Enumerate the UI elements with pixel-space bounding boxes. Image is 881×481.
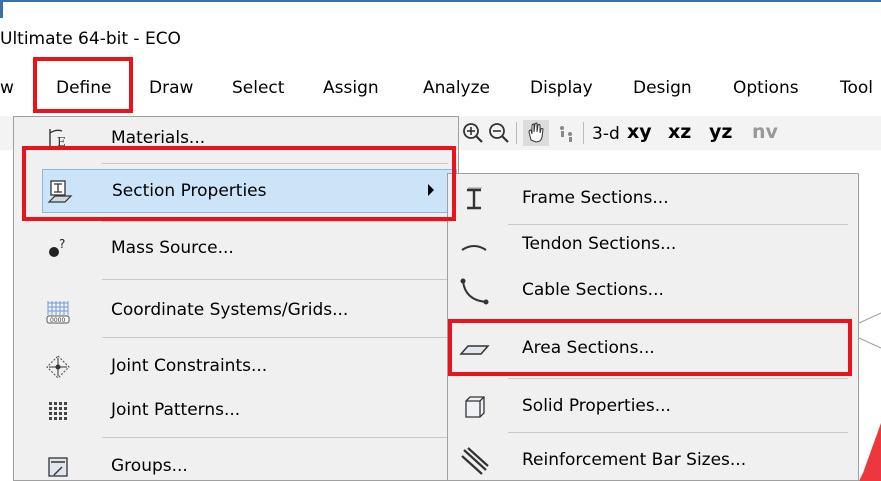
menu-item-label: Joint Constraints... (111, 356, 268, 376)
window-title: Ultimate 64-bit - ECO (0, 29, 181, 49)
menu-separator (102, 279, 448, 280)
zoom-in-icon[interactable] (462, 122, 484, 144)
menu-view[interactable]: w (0, 78, 14, 98)
pan-hand-icon[interactable] (523, 120, 549, 146)
groups-icon (44, 453, 72, 481)
menu-item-label: Materials... (111, 128, 206, 148)
frame-section-icon (458, 184, 490, 214)
svg-text:0000: 0000 (50, 317, 65, 324)
submenu-item-label: Reinforcement Bar Sizes... (522, 450, 747, 470)
model-canvas-edge (858, 173, 881, 481)
app-window: Ultimate 64-bit - ECO w Define Draw Sele… (0, 0, 881, 481)
submenu-item-label: Frame Sections... (522, 188, 669, 208)
menu-item-mass-source[interactable]: ? Mass Source... (14, 227, 458, 271)
highlight-area-sections (448, 319, 852, 376)
menu-analyze[interactable]: Analyze (423, 78, 490, 98)
menu-draw[interactable]: Draw (149, 78, 193, 98)
menu-separator (508, 378, 848, 379)
joint-patterns-icon (44, 397, 72, 425)
menu-separator (508, 432, 848, 433)
walk-icon[interactable] (555, 122, 577, 144)
menu-item-groups[interactable]: Groups... (14, 445, 458, 481)
solid-icon (458, 392, 490, 422)
menu-item-coordinate-systems[interactable]: 0000 Coordinate Systems/Grids... (14, 289, 458, 333)
menu-item-label: Coordinate Systems/Grids... (111, 300, 349, 320)
menu-item-joint-patterns[interactable]: Joint Patterns... (14, 389, 458, 433)
view-xy-button[interactable]: xy (627, 121, 652, 143)
zoom-out-icon[interactable] (488, 122, 510, 144)
menu-select[interactable]: Select (232, 78, 284, 98)
submenu-item-rebar-sizes[interactable]: Reinforcement Bar Sizes... (448, 436, 858, 481)
toolbar-separator (516, 122, 517, 144)
grid-icon: 0000 (44, 297, 72, 325)
submenu-item-solid-properties[interactable]: Solid Properties... (448, 382, 858, 432)
tendon-icon (458, 230, 490, 260)
view-nv-button[interactable]: nv (752, 121, 778, 143)
highlight-section-properties (22, 146, 456, 221)
submenu-item-cable-sections[interactable]: Cable Sections... (448, 266, 858, 316)
menu-item-joint-constraints[interactable]: Joint Constraints... (14, 345, 458, 389)
submenu-item-frame-sections[interactable]: Frame Sections... (448, 174, 858, 224)
submenu-item-label: Tendon Sections... (522, 234, 677, 254)
mass-source-icon: ? (44, 235, 72, 263)
cable-icon (458, 276, 490, 306)
menu-item-label: Joint Patterns... (111, 400, 241, 420)
menu-display[interactable]: Display (530, 78, 593, 98)
submenu-item-label: Solid Properties... (522, 396, 671, 416)
view-yz-button[interactable]: yz (709, 121, 732, 143)
rebar-icon (458, 446, 490, 476)
svg-text:?: ? (59, 237, 65, 251)
window-frame-top (0, 0, 881, 12)
menu-separator (102, 437, 448, 438)
view-3d-button[interactable]: 3-d (592, 124, 620, 144)
menu-design[interactable]: Design (633, 78, 692, 98)
menu-separator (102, 337, 448, 338)
toolbar-separator (583, 122, 584, 144)
menu-item-label: Groups... (111, 456, 188, 476)
menu-options[interactable]: Options (733, 78, 799, 98)
menu-separator (102, 221, 448, 222)
menu-assign[interactable]: Assign (323, 78, 379, 98)
menu-item-label: Mass Source... (111, 238, 234, 258)
view-xz-button[interactable]: xz (668, 121, 691, 143)
highlight-define-menu (33, 57, 133, 113)
submenu-item-label: Cable Sections... (522, 280, 664, 300)
joint-constraints-icon (44, 353, 72, 381)
menu-tools[interactable]: Tool (840, 78, 873, 98)
submenu-item-tendon-sections[interactable]: Tendon Sections... (448, 220, 858, 270)
